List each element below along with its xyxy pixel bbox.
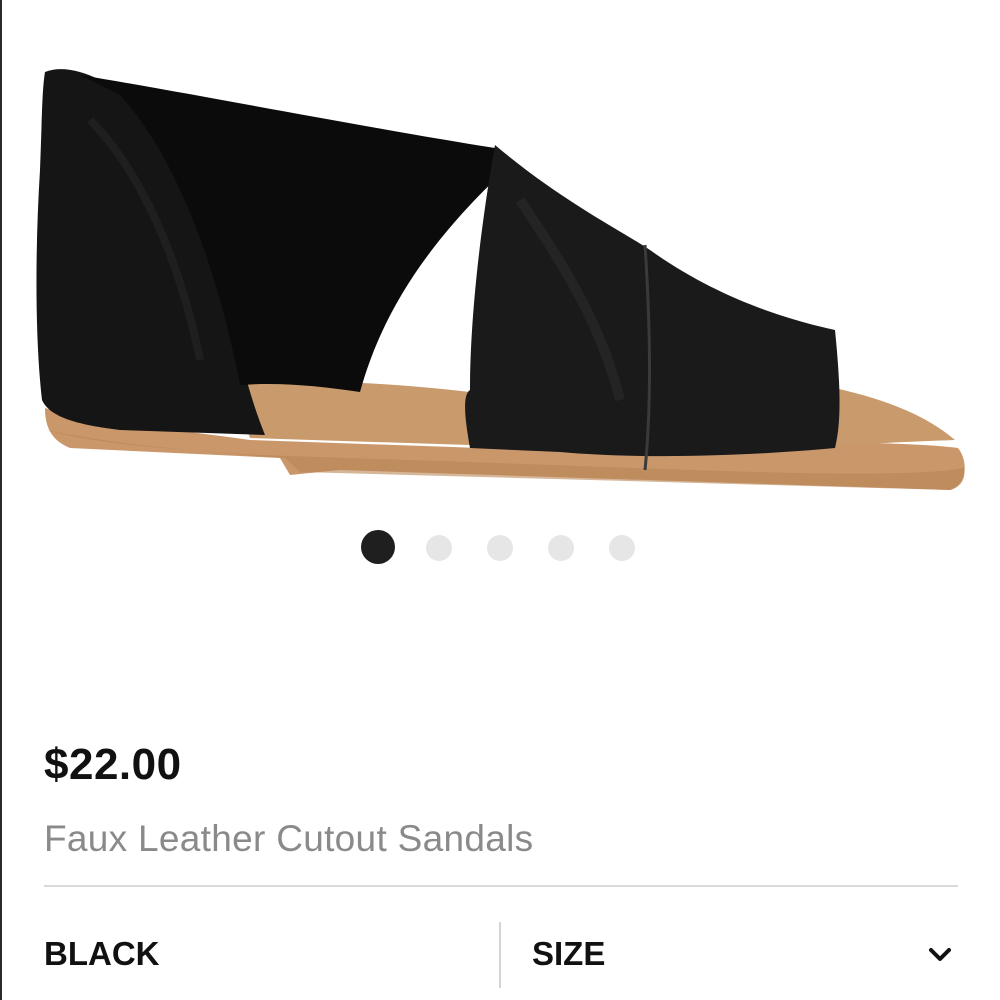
image-carousel-dots [0, 530, 1000, 564]
option-divider [499, 922, 501, 988]
carousel-dot-3[interactable] [487, 535, 513, 561]
carousel-dot-5[interactable] [609, 535, 635, 561]
carousel-dot-4[interactable] [548, 535, 574, 561]
chevron-down-icon [929, 948, 951, 961]
screen-edge [0, 0, 2, 1000]
product-price: $22.00 [44, 740, 182, 789]
product-name: Faux Leather Cutout Sandals [44, 818, 534, 859]
size-dropdown[interactable]: SIZE [530, 922, 958, 988]
size-label: SIZE [532, 935, 606, 972]
product-image[interactable] [30, 55, 970, 525]
carousel-dot-1[interactable] [361, 530, 395, 564]
color-selector[interactable]: BLACK [44, 935, 159, 973]
carousel-dot-2[interactable] [426, 535, 452, 561]
section-divider [44, 885, 958, 887]
product-page: $22.00 Faux Leather Cutout Sandals BLACK… [0, 0, 1000, 1000]
